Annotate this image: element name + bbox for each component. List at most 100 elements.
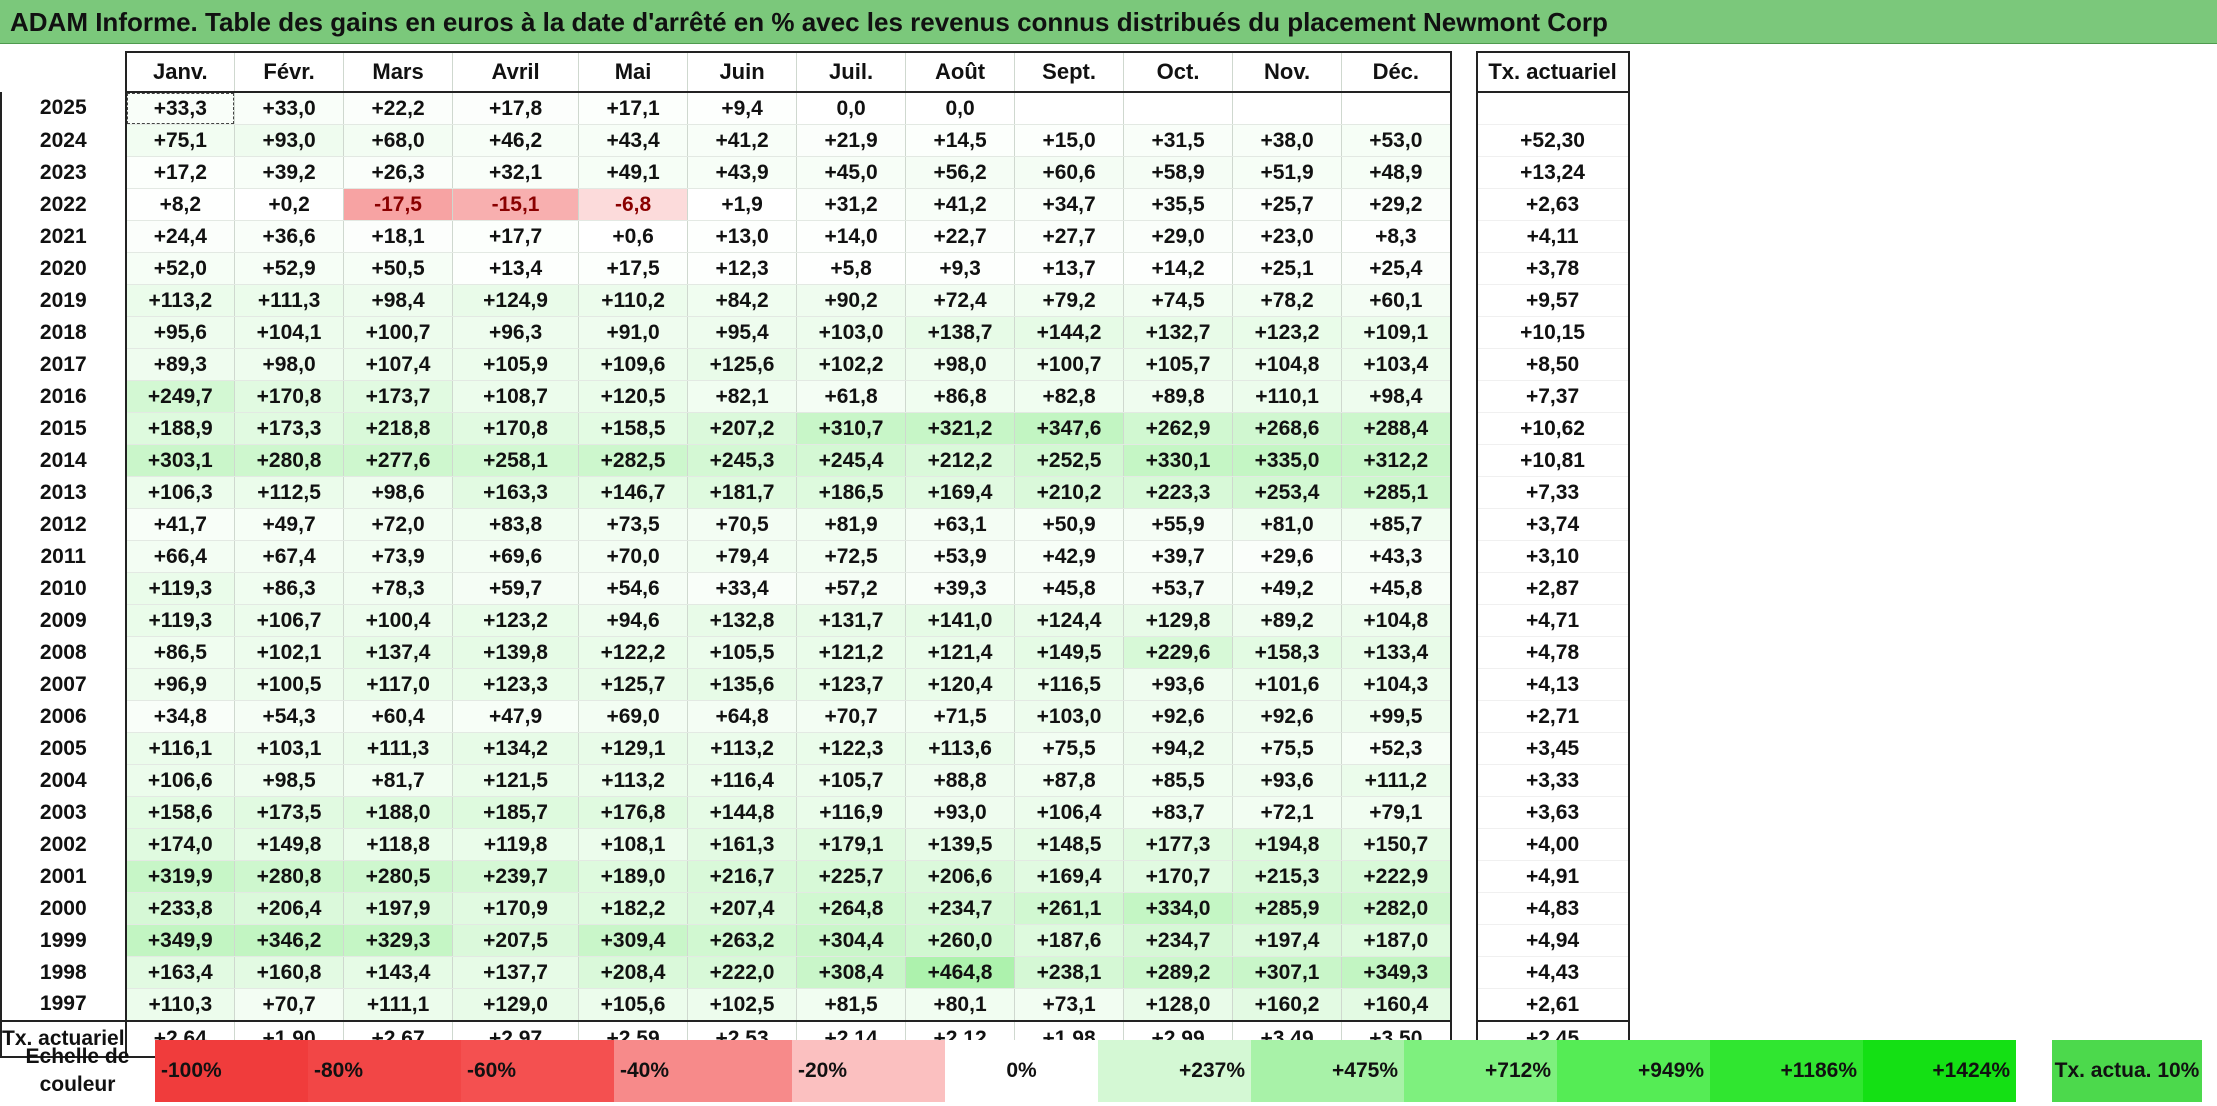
value-cell: +69,6 (452, 540, 580, 573)
value-cell: +105,7 (796, 764, 907, 797)
value-cell: +68,0 (343, 124, 454, 157)
value-cell: +41,2 (905, 188, 1016, 221)
rate-cell: +3,10 (1475, 540, 1630, 573)
value-cell: +105,5 (687, 636, 798, 669)
value-cell: +245,3 (687, 444, 798, 477)
value-cell: +8,3 (1341, 220, 1452, 253)
value-cell: +34,8 (125, 700, 236, 733)
value-cell: +0,6 (578, 220, 689, 253)
value-cell: +98,4 (343, 284, 454, 317)
year-cell: 2009 (0, 604, 127, 637)
table-row: 2012 +41,7 +49,7 +72,0 +83,8 +73,5 +70,5 +81,9 +… (0, 508, 1630, 541)
value-cell: +91,0 (578, 316, 689, 349)
value-cell: +464,8 (905, 956, 1016, 989)
value-cell: +106,6 (125, 764, 236, 797)
value-cell: +197,4 (1232, 924, 1343, 957)
column-gap (1450, 220, 1477, 253)
rate-scale-swatch: Tx. actua. 10% (2052, 1040, 2202, 1102)
value-cell: +285,9 (1232, 892, 1343, 925)
value-cell: +170,8 (234, 380, 345, 413)
value-cell: +131,7 (796, 604, 907, 637)
value-cell: +41,7 (125, 508, 236, 541)
value-cell: +174,0 (125, 828, 236, 861)
year-cell: 2007 (0, 668, 127, 701)
value-cell: +282,0 (1341, 892, 1452, 925)
year-cell: 2013 (0, 476, 127, 509)
color-scale-swatch: +237% (1098, 1040, 1251, 1102)
value-cell: +22,2 (343, 92, 454, 125)
value-cell: +67,4 (234, 540, 345, 573)
value-cell: +83,7 (1123, 796, 1234, 829)
value-cell: +160,8 (234, 956, 345, 989)
table-row: 2025 +33,3 +33,0 +22,2 +17,8 +17,1 +9,4 0,0 0,0 (0, 92, 1630, 125)
value-cell: +334,0 (1123, 892, 1234, 925)
value-cell: +79,1 (1341, 796, 1452, 829)
value-cell: +12,3 (687, 252, 798, 285)
value-cell: +61,8 (796, 380, 907, 413)
value-cell: +116,9 (796, 796, 907, 829)
year-cell: 1997 (0, 988, 127, 1021)
value-cell: +17,8 (452, 92, 580, 125)
value-cell: +134,2 (452, 732, 580, 765)
value-cell: +102,5 (687, 988, 798, 1022)
value-cell: +179,1 (796, 828, 907, 861)
value-cell: +158,3 (1232, 636, 1343, 669)
value-cell: +108,7 (452, 380, 580, 413)
value-cell: +268,6 (1232, 412, 1343, 445)
value-cell: +143,4 (343, 956, 454, 989)
column-gap (1450, 700, 1477, 733)
value-cell: +21,9 (796, 124, 907, 157)
value-cell: +144,8 (687, 796, 798, 829)
value-cell: +95,4 (687, 316, 798, 349)
value-cell: +119,8 (452, 828, 580, 861)
table-row: 2018 +95,6 +104,1 +100,7 +96,3 +91,0 +95,4 +103… (0, 316, 1630, 349)
value-cell: +307,1 (1232, 956, 1343, 989)
value-cell: +124,9 (452, 284, 580, 317)
month-header-row: Janv. Févr. Mars Avril Mai Juin Juil. Ao… (1, 51, 1630, 93)
table-row: 2000 +233,8 +206,4 +197,9 +170,9 +182,2 +207,4… (0, 892, 1630, 925)
value-cell: +52,0 (125, 252, 236, 285)
value-cell: +161,3 (687, 828, 798, 861)
value-cell: +81,0 (1232, 508, 1343, 541)
value-cell: +70,0 (578, 540, 689, 573)
column-gap (1450, 572, 1477, 605)
rate-cell: +8,50 (1475, 348, 1630, 381)
month-header: Sept. (1014, 51, 1125, 93)
value-cell: +96,3 (452, 316, 580, 349)
value-cell: +63,1 (905, 508, 1016, 541)
value-cell: +13,4 (452, 252, 580, 285)
value-cell: +163,3 (452, 476, 580, 509)
value-cell: +70,7 (796, 700, 907, 733)
value-cell: +121,4 (905, 636, 1016, 669)
value-cell: +89,3 (125, 348, 236, 381)
value-cell: +108,1 (578, 828, 689, 861)
value-cell: +84,2 (687, 284, 798, 317)
value-cell: +100,7 (343, 316, 454, 349)
value-cell: +188,0 (343, 796, 454, 829)
value-cell: +116,4 (687, 764, 798, 797)
column-gap (1450, 52, 1477, 92)
value-cell: +9,4 (687, 92, 798, 125)
value-cell: +14,2 (1123, 252, 1234, 285)
column-gap (1450, 412, 1477, 445)
year-cell: 2017 (0, 348, 127, 381)
corner-cell (1, 52, 126, 92)
value-cell (1341, 92, 1452, 125)
value-cell: +123,3 (452, 668, 580, 701)
value-cell: +149,5 (1014, 636, 1125, 669)
value-cell: +98,0 (905, 348, 1016, 381)
value-cell: +41,2 (687, 124, 798, 157)
table-row: 1999 +349,9 +346,2 +329,3 +207,5 +309,4 +263,2… (0, 924, 1630, 957)
value-cell: +92,6 (1232, 700, 1343, 733)
value-cell: +17,5 (578, 252, 689, 285)
year-cell: 2004 (0, 764, 127, 797)
table-row: 2003 +158,6 +173,5 +188,0 +185,7 +176,8 +144,8… (0, 796, 1630, 829)
value-cell: +87,8 (1014, 764, 1125, 797)
value-cell: +148,5 (1014, 828, 1125, 861)
column-gap (1450, 956, 1477, 989)
color-scale-swatch: -40% (614, 1040, 792, 1102)
value-cell: +206,6 (905, 860, 1016, 893)
value-cell: +83,8 (452, 508, 580, 541)
value-cell (1232, 92, 1343, 125)
value-cell: 0,0 (796, 92, 907, 125)
